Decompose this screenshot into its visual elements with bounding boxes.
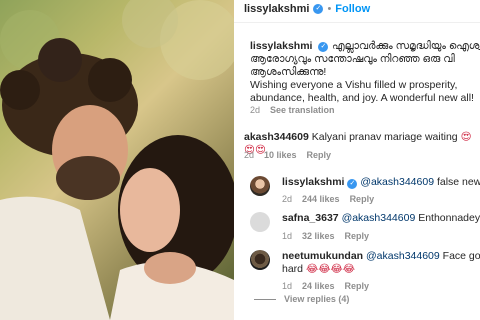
comment-meta: 1d 32 likes Reply — [282, 231, 369, 241]
comment-username[interactable]: akash344609 — [244, 131, 309, 143]
comment-text-continued: hard 😂😂😂😂 — [282, 263, 355, 276]
reply-button[interactable]: Reply — [345, 231, 370, 241]
avatar[interactable] — [250, 250, 270, 270]
follow-button[interactable]: Follow — [335, 3, 370, 15]
comment-username[interactable]: safna_3637 — [282, 212, 339, 224]
comment-text: false news ! — [436, 176, 480, 188]
comment-item: neetumukundan @akash344609 Face got slap — [282, 250, 480, 263]
comment-time: 1d — [282, 231, 293, 241]
couple-photo-illustration — [0, 0, 234, 320]
view-replies-line — [254, 298, 276, 300]
author-username[interactable]: lissylakshmi — [244, 3, 309, 15]
comment-mention[interactable]: @akash344609 — [342, 212, 416, 224]
caption-username[interactable]: lissylakshmi — [250, 40, 312, 53]
comment-meta: 2d 244 likes Reply — [282, 194, 374, 204]
view-replies-label: View replies (4) — [284, 294, 350, 304]
view-replies-button[interactable]: View replies (4) — [254, 294, 349, 304]
comment-item: safna_3637 @akash344609 Enthonnadey 😂 — [282, 212, 480, 225]
avatar[interactable] — [250, 212, 270, 232]
comment-time: 2d — [244, 150, 255, 160]
comment-time: 2d — [282, 194, 293, 204]
comment-mention[interactable]: @akash344609 — [360, 176, 434, 188]
caption-meta: 2d See translation — [250, 105, 335, 115]
comment-text-line2: hard — [282, 263, 304, 275]
verified-badge-icon: ✓ — [347, 179, 358, 189]
comment-text: Enthonnadey — [418, 212, 480, 224]
comment-likes[interactable]: 244 likes — [302, 194, 340, 204]
reply-button[interactable]: Reply — [350, 194, 375, 204]
comment-likes[interactable]: 24 likes — [302, 281, 335, 291]
comment-meta: 2d 10 likes Reply — [244, 150, 331, 160]
comment-emoji: 😂😂😂😂 — [305, 263, 356, 275]
caption-time: 2d — [250, 105, 261, 115]
comment-time: 1d — [282, 281, 293, 291]
post-caption: lissylakshmi ✓ എല്ലാവർക്കും സമൃദ്ധിയും ഐ… — [250, 40, 480, 105]
comment-username[interactable]: neetumukundan — [282, 250, 363, 262]
comment-text: Face got slap — [442, 250, 480, 262]
verified-badge-icon: ✓ — [318, 41, 329, 52]
separator-dot: • — [327, 3, 332, 15]
comment-meta: 1d 24 likes Reply — [282, 281, 369, 291]
comment-text: Kalyani pranav mariage waiting — [311, 131, 458, 143]
post-header: lissylakshmi ✓ • Follow — [234, 0, 480, 18]
see-translation-button[interactable]: See translation — [270, 105, 335, 115]
comment-username[interactable]: lissylakshmi — [282, 176, 344, 188]
caption-english-text: Wishing everyone a Vishu filled w prospe… — [250, 79, 474, 104]
avatar[interactable] — [250, 176, 270, 196]
comments-panel: lissylakshmi ✓ • Follow lissylakshmi ✓ എ… — [234, 0, 480, 320]
comment-mention[interactable]: @akash344609 — [366, 250, 440, 262]
comment-likes[interactable]: 10 likes — [264, 150, 297, 160]
reply-button[interactable]: Reply — [345, 281, 370, 291]
comment-item: lissylakshmi ✓ @akash344609 false news ! — [282, 176, 480, 189]
comment-likes[interactable]: 32 likes — [302, 231, 335, 241]
verified-badge-icon: ✓ — [313, 4, 324, 14]
post-photo[interactable] — [0, 0, 234, 320]
reply-button[interactable]: Reply — [307, 150, 332, 160]
divider — [234, 22, 480, 23]
